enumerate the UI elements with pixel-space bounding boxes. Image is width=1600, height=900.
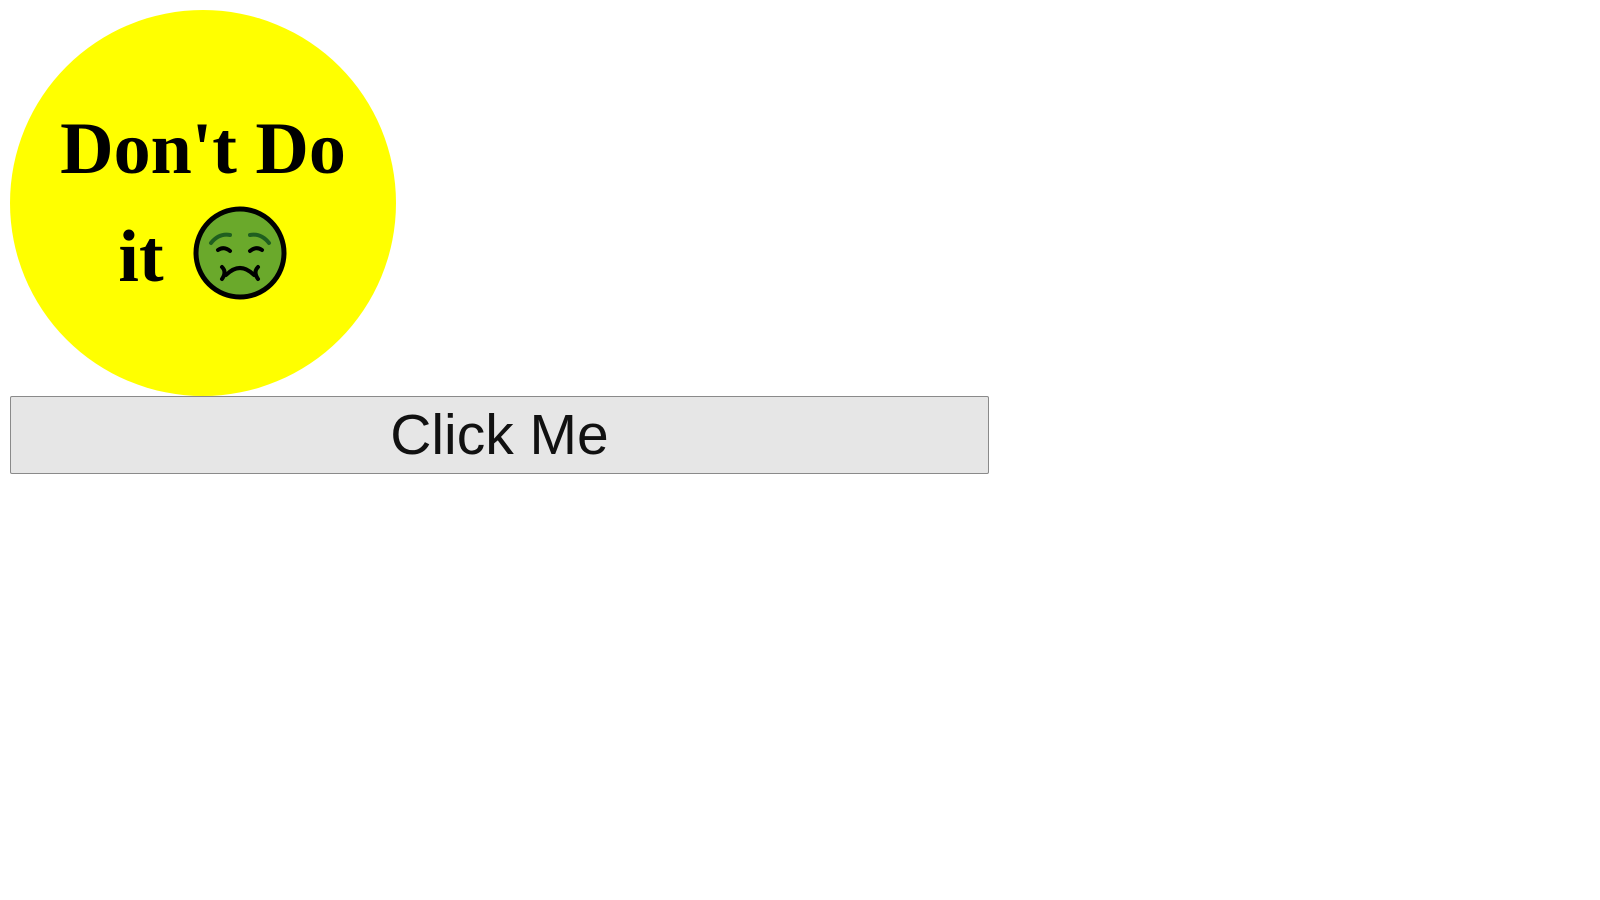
- badge-text-line-2: it: [118, 216, 164, 298]
- click-me-button-label: Click Me: [390, 403, 609, 467]
- badge-text-line-1: Don't Do: [60, 108, 346, 190]
- page: Don't Do it Click Me: [0, 0, 1600, 900]
- click-me-button[interactable]: Click Me: [10, 396, 989, 474]
- warning-badge: Don't Do it: [10, 10, 396, 396]
- badge-line-2: it: [118, 203, 287, 311]
- nauseated-face-icon: [192, 205, 288, 301]
- badge-line-1: Don't Do: [60, 95, 346, 203]
